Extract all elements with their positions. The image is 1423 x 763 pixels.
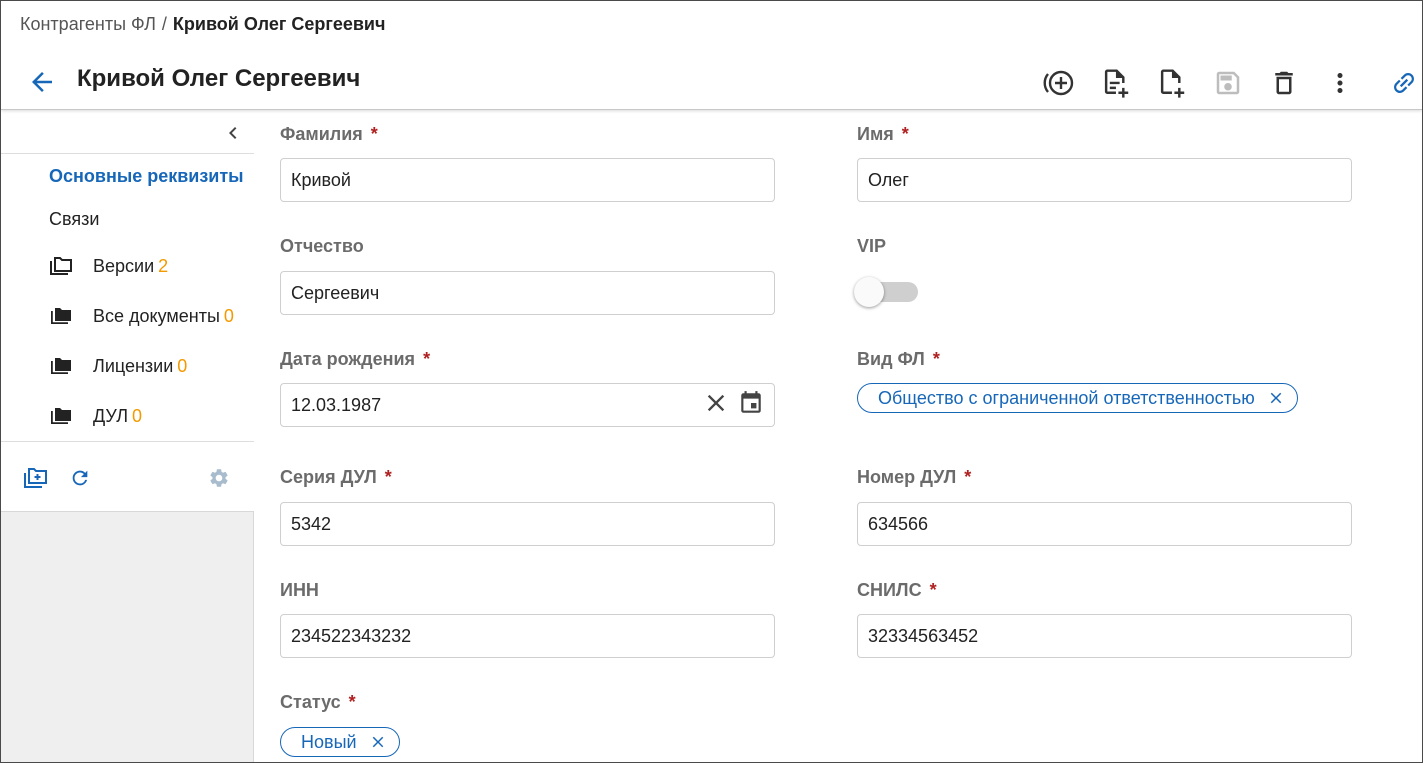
calendar-icon[interactable] <box>738 390 764 421</box>
birth-date-field[interactable]: 12.03.1987 <box>280 383 775 427</box>
doc-number-field[interactable]: 634566 <box>857 502 1352 546</box>
patronymic-field[interactable]: Сергеевич <box>280 271 775 315</box>
folder-count: 0 <box>223 305 234 326</box>
folder-count: 2 <box>158 255 169 276</box>
page-header: Контрагенты ФЛ / Кривой Олег Сергеевич Кри… <box>1 1 1422 110</box>
doc-series-value: 5342 <box>291 513 332 534</box>
delete-icon[interactable] <box>1266 65 1302 101</box>
chip-label: Общество с ограниченной ответственностью <box>878 387 1255 408</box>
required-mark: * <box>423 349 431 369</box>
vip-label: VIP <box>857 236 887 256</box>
person-type-label: Вид ФЛ * <box>857 349 940 369</box>
snils-value: 32334563452 <box>868 625 979 646</box>
folder-label: Лицензии <box>93 355 174 376</box>
doc-number-value: 634566 <box>868 513 929 534</box>
chip-remove-icon[interactable] <box>1267 389 1285 407</box>
clear-icon[interactable] <box>702 389 730 422</box>
required-mark: * <box>929 580 937 600</box>
name-value: Олег <box>868 169 909 190</box>
sidebar-item-id-documents[interactable]: ДУЛ 0 <box>48 403 142 429</box>
person-type-chip[interactable]: Общество с ограниченной ответственностью <box>857 383 1298 413</box>
folder-stack-icon <box>51 308 71 324</box>
folder-stack-icon <box>51 408 71 424</box>
doc-series-field[interactable]: 5342 <box>280 502 775 546</box>
chevron-left-icon[interactable] <box>221 121 245 145</box>
folder-label: Версии <box>93 255 155 276</box>
add-file-icon[interactable] <box>1154 65 1190 101</box>
doc-number-label: Номер ДУЛ * <box>857 467 972 487</box>
settings-icon[interactable] <box>206 465 232 491</box>
snils-field[interactable]: 32334563452 <box>857 614 1352 658</box>
chip-label: Новый <box>301 731 357 752</box>
status-label: Статус * <box>280 692 356 712</box>
vip-toggle[interactable] <box>854 277 918 307</box>
snils-label: СНИЛС * <box>857 580 937 600</box>
birth-date-label: Дата рождения * <box>280 349 431 369</box>
divider <box>1 153 254 154</box>
inn-label: ИНН <box>280 580 319 600</box>
folder-label: Все документы <box>93 305 220 326</box>
folder-count: 0 <box>177 355 188 376</box>
required-mark: * <box>901 124 909 144</box>
birth-date-value: 12.03.1987 <box>291 394 382 415</box>
sidebar-item-all-documents[interactable]: Все документы 0 <box>48 303 234 329</box>
chip-remove-icon[interactable] <box>369 733 387 751</box>
surname-value: Кривой <box>291 169 351 190</box>
breadcrumb-separator: / <box>161 14 167 34</box>
page-title: Кривой Олег Сергеевич <box>77 65 361 92</box>
sidebar-item-versions[interactable]: Версии 2 <box>48 253 168 279</box>
toggle-knob <box>854 277 884 307</box>
required-mark: * <box>964 467 972 487</box>
status-chip[interactable]: Новый <box>280 727 400 757</box>
folder-count: 0 <box>132 405 143 426</box>
main-form: Фамилия * Кривой Имя * Олег Отчество Серге… <box>255 111 1422 762</box>
app-window: Контрагенты ФЛ / Кривой Олег Сергеевич Кри… <box>0 0 1423 763</box>
more-vert-icon[interactable] <box>1322 65 1358 101</box>
add-folder-icon[interactable] <box>23 465 49 491</box>
folder-label: ДУЛ <box>93 405 129 426</box>
inn-field[interactable]: 234522343232 <box>280 614 775 658</box>
folder-copy-icon <box>50 257 72 275</box>
sidebar-panel: Основные реквизиты Связи Версии 2 Все док… <box>1 111 254 512</box>
add-circle-icon[interactable] <box>1042 65 1078 101</box>
folder-stack-icon <box>51 358 71 374</box>
sidebar: Основные реквизиты Связи Версии 2 Все док… <box>1 111 254 762</box>
doc-series-label: Серия ДУЛ * <box>280 467 392 487</box>
breadcrumb: Контрагенты ФЛ / Кривой Олег Сергеевич <box>20 14 385 35</box>
inn-value: 234522343232 <box>291 625 412 646</box>
required-mark: * <box>932 349 940 369</box>
refresh-icon[interactable] <box>67 465 93 491</box>
add-document-icon[interactable] <box>1098 65 1134 101</box>
surname-field[interactable]: Кривой <box>280 158 775 202</box>
required-mark: * <box>370 124 378 144</box>
back-arrow-icon[interactable] <box>27 67 57 97</box>
link-icon[interactable] <box>1386 65 1422 101</box>
sidebar-item-links[interactable]: Связи <box>49 209 99 230</box>
breadcrumb-parent[interactable]: Контрагенты ФЛ <box>20 14 156 34</box>
patronymic-label: Отчество <box>280 236 364 256</box>
sidebar-item-main-details[interactable]: Основные реквизиты <box>49 166 244 187</box>
surname-label: Фамилия * <box>280 124 378 144</box>
divider <box>1 441 254 442</box>
required-mark: * <box>384 467 392 487</box>
sidebar-item-licenses[interactable]: Лицензии 0 <box>48 353 187 379</box>
required-mark: * <box>348 692 356 712</box>
name-field[interactable]: Олег <box>857 158 1352 202</box>
breadcrumb-current: Кривой Олег Сергеевич <box>172 14 386 34</box>
save-icon[interactable] <box>1210 65 1246 101</box>
patronymic-value: Сергеевич <box>291 282 380 303</box>
name-label: Имя * <box>857 124 909 144</box>
